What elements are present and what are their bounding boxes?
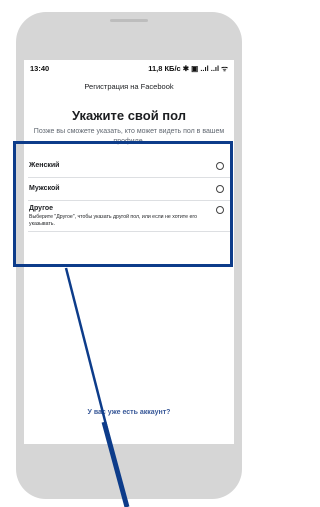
pointer-line-thick <box>101 421 130 507</box>
pointer-line <box>64 267 130 507</box>
